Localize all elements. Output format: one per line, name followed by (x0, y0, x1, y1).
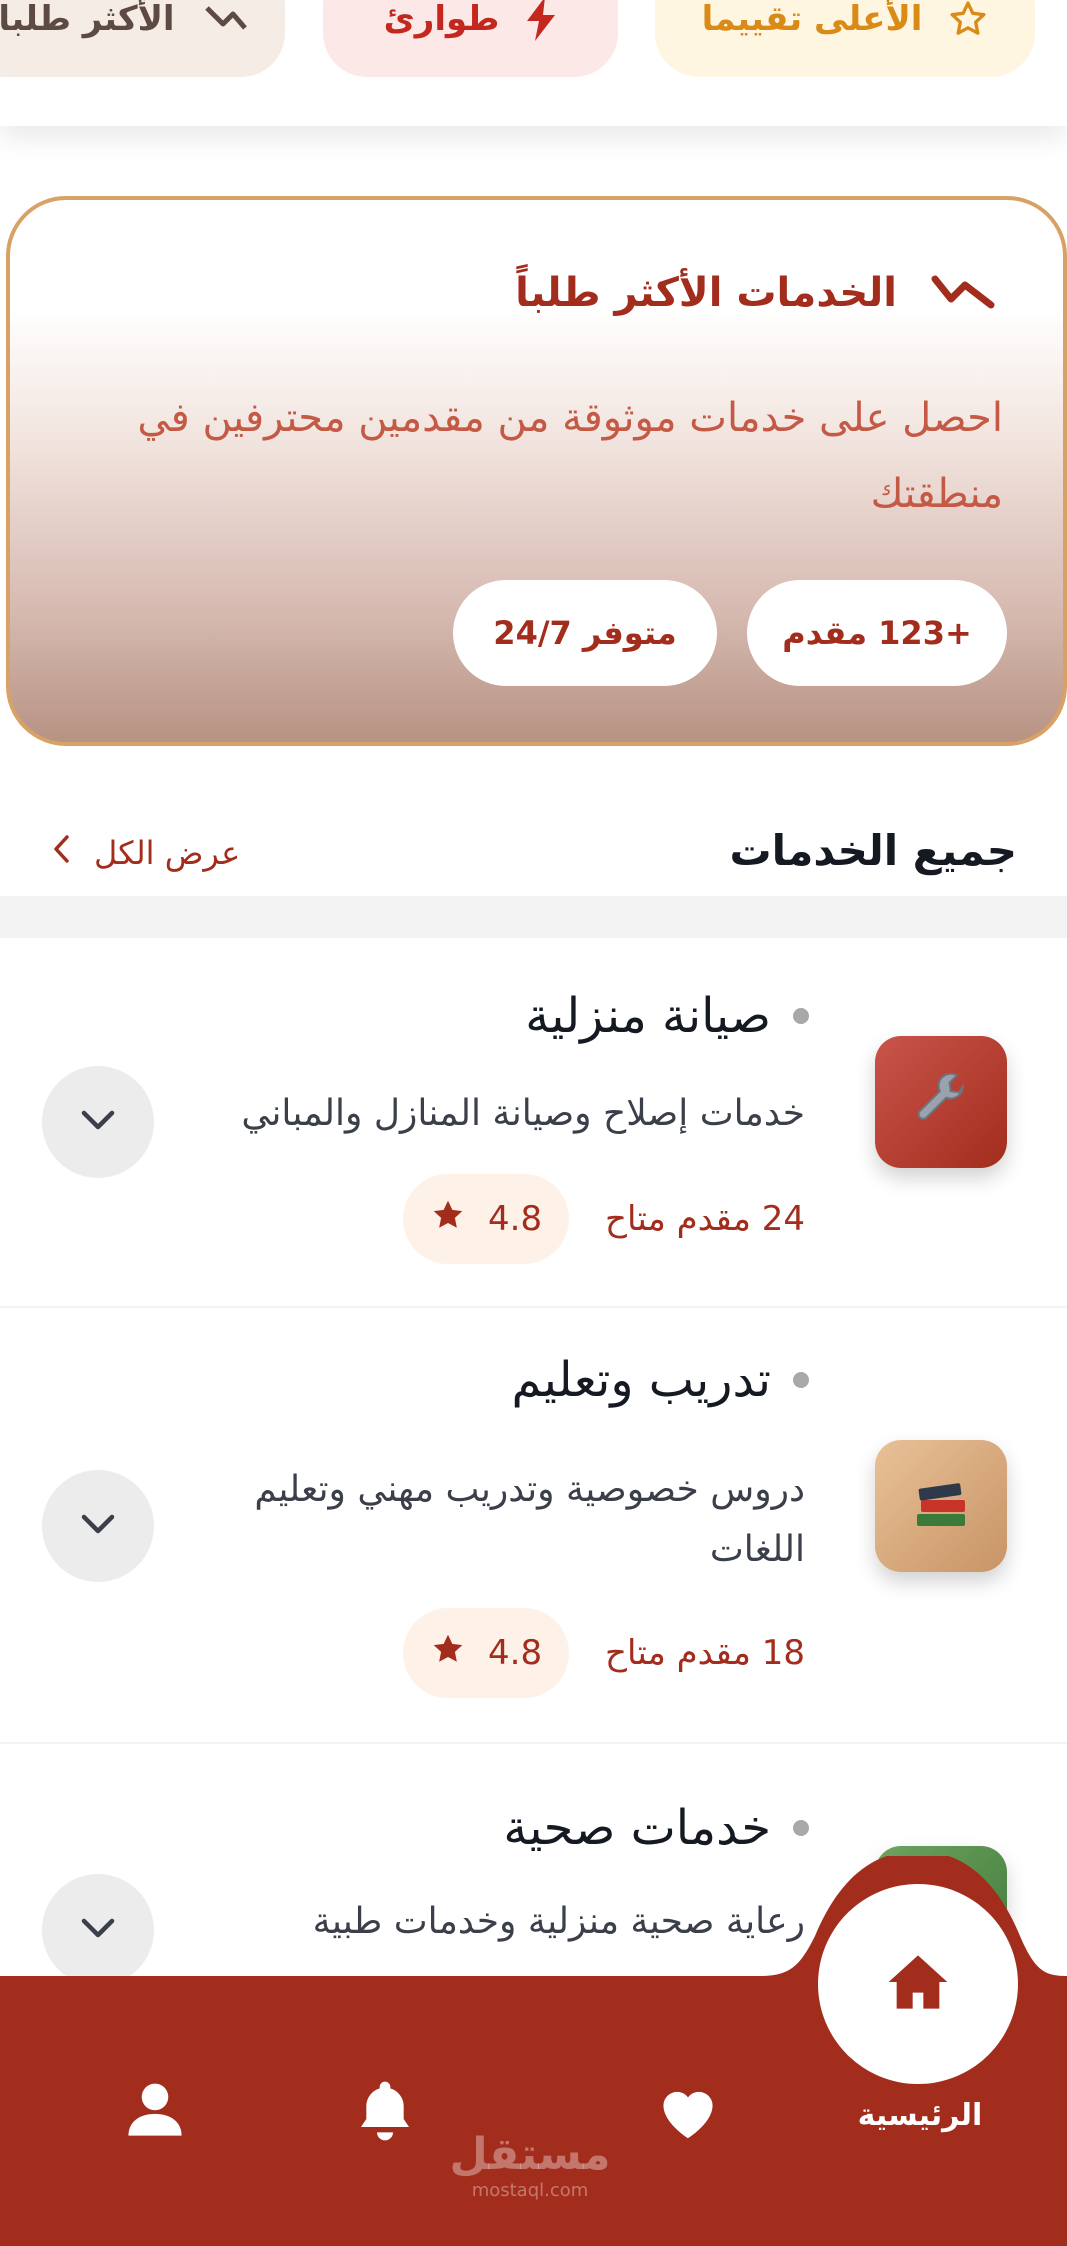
bell-icon (357, 2079, 413, 2147)
filter-chip-top-rated[interactable]: الأعلى تقييما (655, 0, 1035, 77)
service-description: دروس خصوصية وتدريب مهني وتعليم اللغات (254, 1469, 805, 1570)
nav-profile-button[interactable] (124, 2080, 186, 2142)
filter-chip-label: الأعلى تقييما (701, 0, 923, 39)
service-description: خدمات إصلاح وصيانة المنازل والمباني (241, 1093, 805, 1134)
filter-chip-most-requested[interactable]: الأكثر طلبا (0, 0, 285, 77)
bullet-dot (793, 1008, 809, 1024)
profile-icon (126, 2080, 184, 2142)
watermark: مستقل mostaql.com (430, 2129, 630, 2202)
providers-available: 24 مقدم متاح (605, 1199, 805, 1239)
nav-home-label: الرئيسية (857, 2098, 983, 2133)
providers-available: 18 مقدم متاح (605, 1633, 805, 1673)
heart-icon (655, 2081, 721, 2145)
banner-title: الخدمات الأكثر طلباً (515, 270, 897, 316)
rating-value: 4.8 (488, 1199, 543, 1239)
chevron-left-icon (52, 834, 70, 872)
rating-badge: 4.8 (403, 1174, 570, 1264)
banner-description: احصل على خدمات موثوقة من مقدمين محترفين … (137, 395, 1003, 517)
rating-value: 4.8 (488, 1633, 543, 1673)
providers-count-pill: +123 مقدم (747, 580, 1007, 686)
books-icon (875, 1440, 1007, 1572)
trending-icon (931, 271, 997, 315)
rating-badge: 4.8 (403, 1608, 570, 1698)
availability-pill: متوفر 24/7 (453, 580, 717, 686)
home-icon (886, 1952, 950, 2016)
popular-services-banner[interactable]: الخدمات الأكثر طلباً احصل على خدمات موثو… (6, 196, 1067, 746)
trending-icon (201, 4, 247, 34)
star-icon (430, 1631, 466, 1676)
view-all-label: عرض الكل (94, 834, 241, 872)
star-outline-icon (948, 0, 988, 39)
nav-home-button[interactable] (818, 1884, 1018, 2084)
watermark-domain: mostaql.com (471, 2180, 589, 2201)
chevron-down-icon (78, 1512, 118, 1540)
nav-favorites-button[interactable] (655, 2080, 721, 2146)
section-title: جميع الخدمات (729, 826, 1017, 875)
service-title: صيانة منزلية (525, 988, 771, 1044)
filter-chip-label: الأكثر طلبا (0, 0, 175, 39)
expand-button[interactable] (42, 1470, 154, 1582)
service-title: خدمات صحية (503, 1800, 771, 1856)
service-title: تدريب وتعليم (511, 1352, 772, 1408)
filter-chips-bar: الأعلى تقييما طوارئ الأكثر طلبا (0, 0, 1067, 126)
view-all-link[interactable]: عرض الكل (52, 834, 240, 872)
bullet-dot (793, 1372, 809, 1388)
chevron-down-icon (78, 1108, 118, 1136)
nav-notifications-button[interactable] (355, 2080, 415, 2146)
watermark-brand: مستقل (449, 2129, 611, 2180)
expand-button[interactable] (42, 1066, 154, 1178)
filter-chip-emergency[interactable]: طوارئ (323, 0, 618, 77)
wrench-icon (875, 1036, 1007, 1168)
filter-chip-label: طوارئ (383, 0, 500, 39)
service-card-home-maintenance[interactable]: صيانة منزلية خدمات إصلاح وصيانة المنازل … (0, 938, 1067, 1306)
service-card-training-education[interactable]: تدريب وتعليم دروس خصوصية وتدريب مهني وتع… (0, 1308, 1067, 1742)
bullet-dot (793, 1820, 809, 1836)
star-icon (430, 1197, 466, 1242)
lightning-icon (525, 0, 557, 41)
